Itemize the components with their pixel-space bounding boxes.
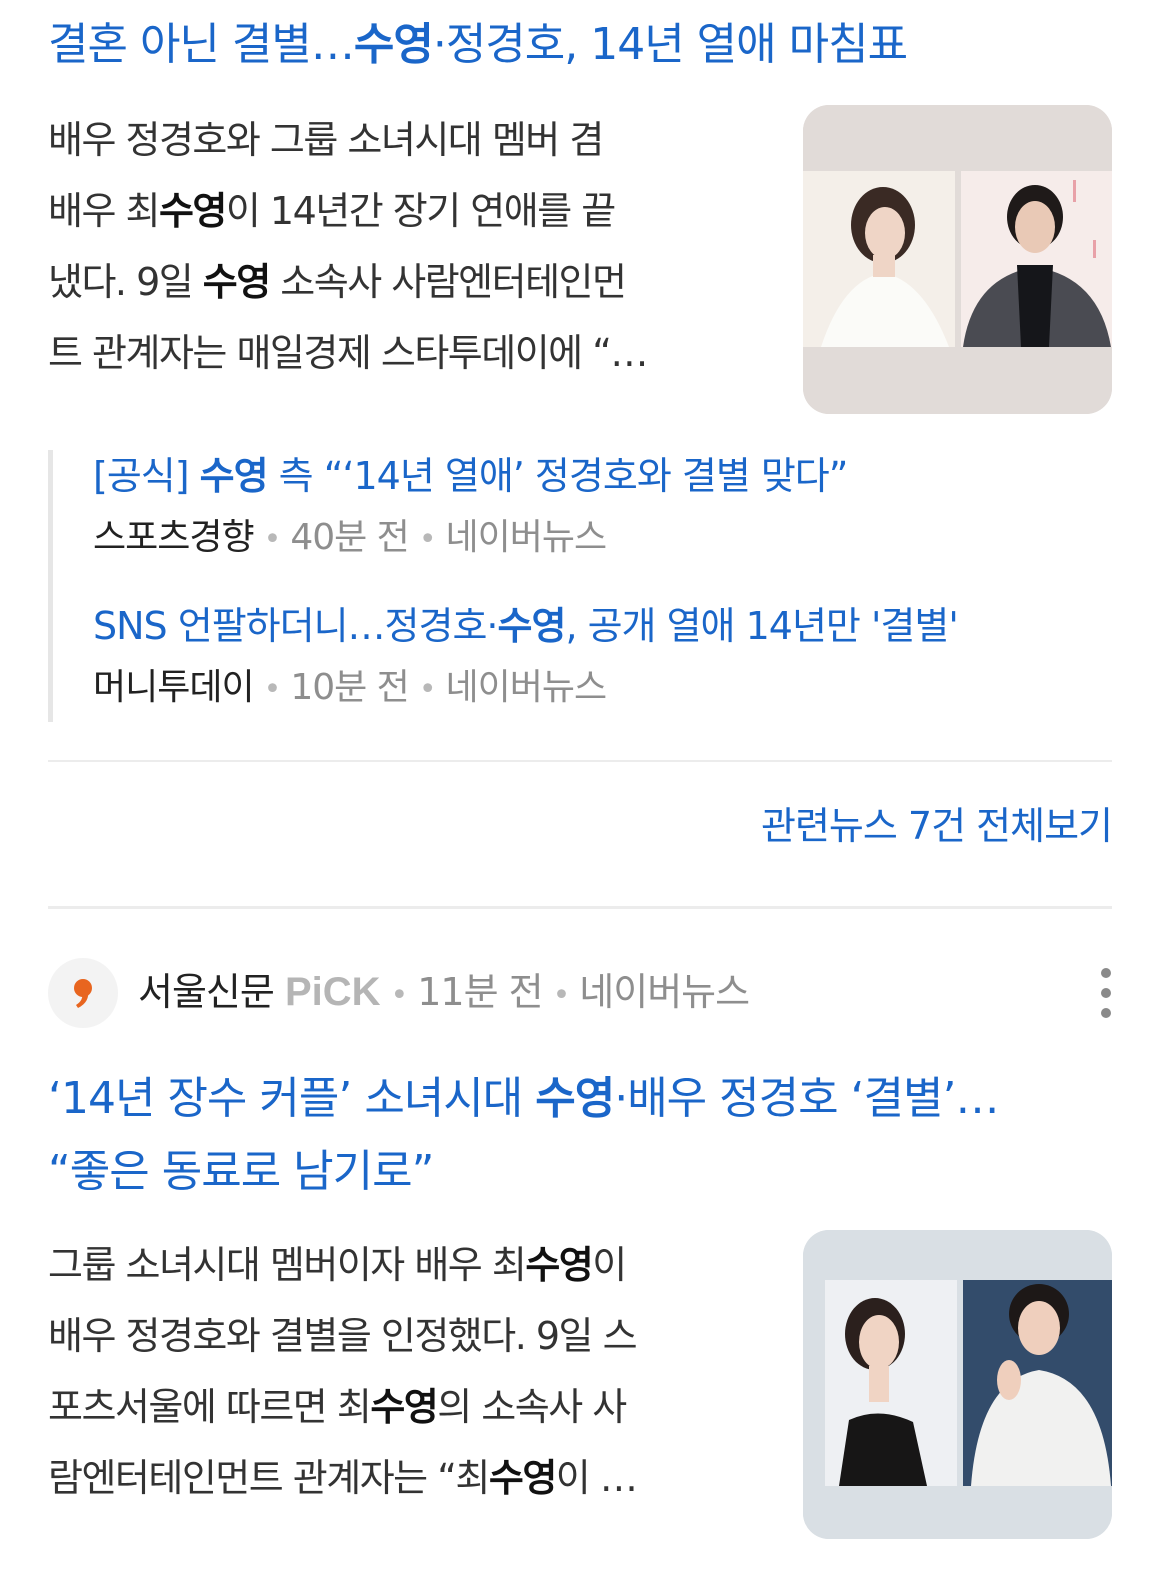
press-name[interactable]: 머니투데이 [93,667,255,708]
list-item: [공식] 수영 측 “‘14년 열애’ 정경호와 결별 맞다” 스포츠경향 • 40… [93,450,848,564]
meta-separator: • [390,978,409,1013]
divider [48,760,1112,762]
news-snippet[interactable]: 배우 정경호와 그룹 소녀시대 멤버 겸 배우 최수영이 14년간 장기 연애를… [48,105,768,389]
published-time: 11분 전 [417,970,543,1014]
source-meta: 서울신문 PiCK • 11분 전 • 네이버뉴스 [138,966,750,1022]
thumbnail-photo [803,105,1112,414]
snippet-line: 냈다. 9일 수영 소속사 사람엔터테인먼 [48,260,627,304]
view-all-related-link[interactable]: 관련뉴스 7건 전체보기 [761,800,1113,852]
news-source-row: 서울신문 PiCK • 11분 전 • 네이버뉴스 [48,958,1118,1028]
thumbnail-photo [803,1230,1112,1539]
snippet-line: 배우 최수영이 14년간 장기 연애를 끝 [48,189,616,233]
platform-link[interactable]: 네이버뉴스 [446,667,608,708]
published-time: 40분 전 [290,517,409,558]
seoul-shinmun-logo-icon [74,979,92,1008]
snippet-line: 포츠서울에 따르면 최수영의 소속사 사 [48,1385,627,1429]
section-divider [48,906,1112,909]
title-line: ‘14년 장수 커플’ 소녀시대 수영·배우 정경호 ‘결별’… [48,1073,1000,1124]
meta-separator: • [263,672,282,707]
related-news-list: [공식] 수영 측 “‘14년 열애’ 정경호와 결별 맞다” 스포츠경향 • 40… [48,450,1103,722]
news-title-link[interactable]: ‘14년 장수 커플’ 소녀시대 수영·배우 정경호 ‘결별’… “좋은 동료로… [48,1062,1118,1208]
search-results-page: 결혼 아닌 결별…수영·정경호, 14년 열애 마침표 배우 정경호와 그룹 소… [0,0,1170,1581]
more-vertical-icon[interactable] [1094,968,1118,1018]
related-news-meta: 스포츠경향 • 40분 전 • 네이버뉴스 [93,514,847,564]
snippet-line: 그룹 소녀시대 멤버이자 배우 최수영이 [48,1243,627,1287]
list-item: SNS 언팔하더니…정경호·수영, 공개 열애 14년만 '결별' 머니투데이 •… [93,600,959,714]
news-title-link[interactable]: 결혼 아닌 결별…수영·정경호, 14년 열애 마침표 [48,14,1128,76]
snippet-line: 트 관계자는 매일경제 스타투데이에 “… [48,331,648,375]
meta-separator: • [418,672,437,707]
platform-link[interactable]: 네이버뉴스 [446,517,608,558]
meta-separator: • [263,522,282,557]
related-news-title[interactable]: SNS 언팔하더니…정경호·수영, 공개 열애 14년만 '결별' [93,600,959,652]
news-thumbnail[interactable] [803,105,1112,414]
press-name[interactable]: 서울신문 [138,970,275,1014]
news-snippet[interactable]: 그룹 소녀시대 멤버이자 배우 최수영이 배우 정경호와 결별을 인정했다. 9… [48,1230,768,1514]
related-news-title[interactable]: [공식] 수영 측 “‘14년 열애’ 정경호와 결별 맞다” [93,450,848,502]
snippet-line: 람엔터테인먼트 관계자는 “최수영이 … [48,1456,638,1500]
related-news-meta: 머니투데이 • 10분 전 • 네이버뉴스 [93,664,958,714]
snippet-line: 배우 정경호와 결별을 인정했다. 9일 스 [48,1314,638,1358]
meta-separator: • [418,522,437,557]
published-time: 10분 전 [290,667,409,708]
news-thumbnail[interactable] [803,1230,1112,1539]
snippet-line: 배우 정경호와 그룹 소녀시대 멤버 겸 [48,118,604,162]
press-logo[interactable] [48,958,118,1028]
platform-link[interactable]: 네이버뉴스 [579,970,750,1014]
meta-separator: • [552,978,571,1013]
press-name[interactable]: 스포츠경향 [93,517,255,558]
pick-badge: PiCK [284,970,381,1014]
title-line: “좋은 동료로 남기로” [48,1146,434,1197]
